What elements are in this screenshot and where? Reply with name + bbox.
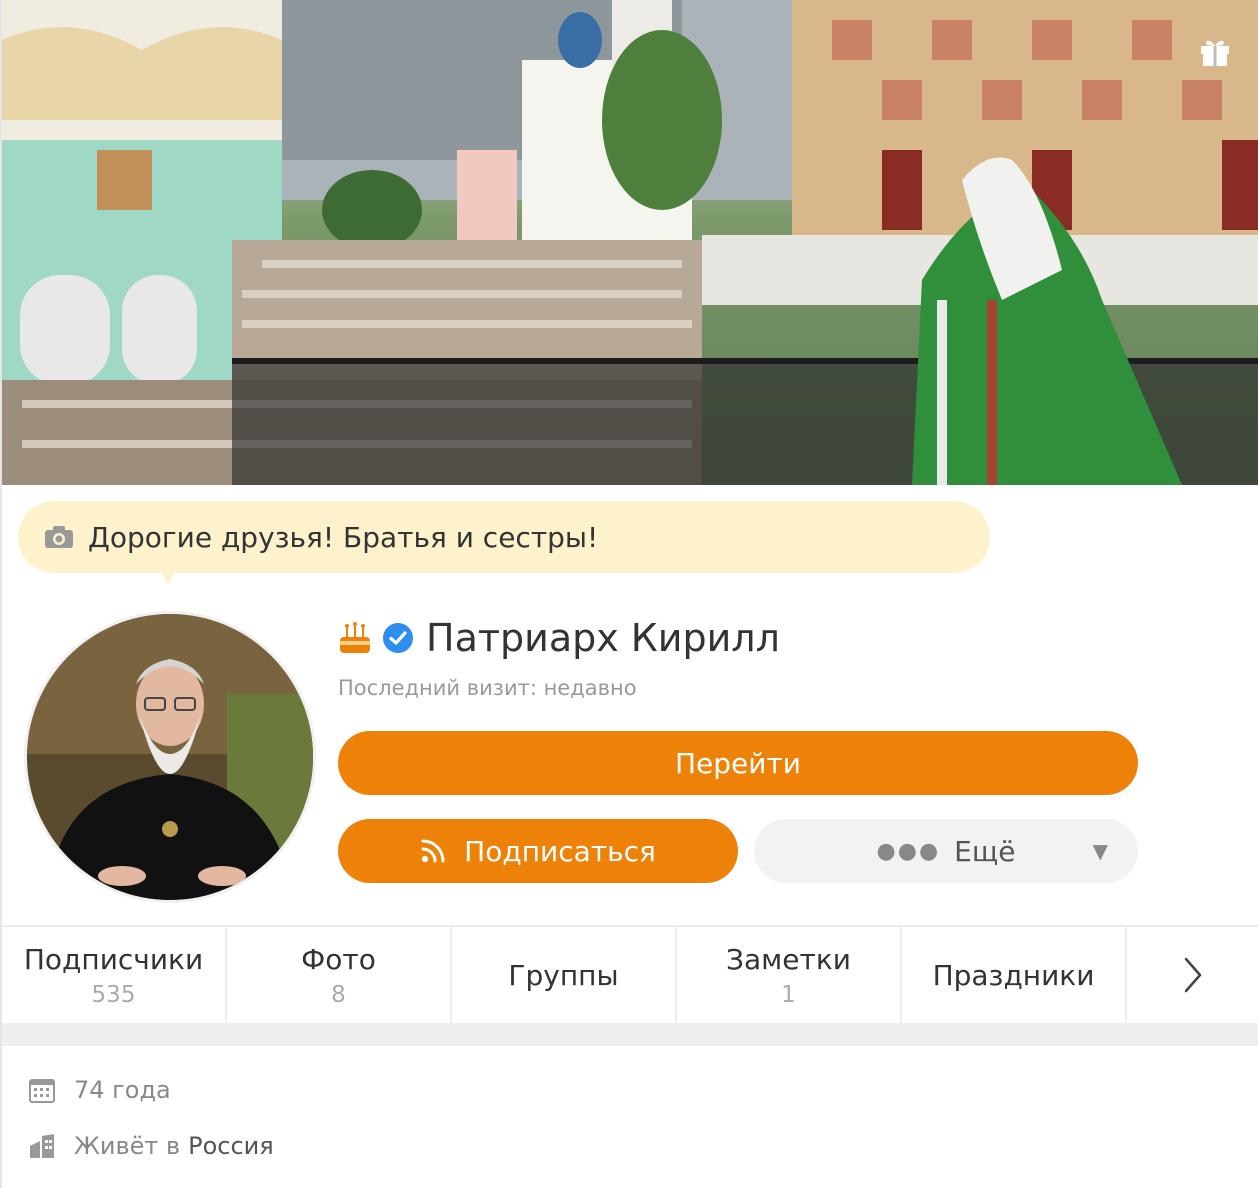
cover-photo[interactable] (2, 0, 1258, 485)
go-button[interactable]: Перейти (338, 731, 1138, 795)
gift-icon[interactable] (1198, 34, 1232, 68)
tab-groups[interactable]: Группы (452, 927, 677, 1023)
chevron-down-icon: ▼ (1092, 839, 1108, 863)
profile-tabs: Подписчики 535 Фото 8 Группы Заметки 1 П… (2, 925, 1258, 1023)
info-age: 74 года (28, 1076, 171, 1104)
go-button-label: Перейти (675, 746, 801, 780)
chevron-right-icon (1184, 957, 1201, 993)
tab-count: 8 (331, 981, 346, 1008)
cake-icon (340, 622, 370, 653)
tab-notes[interactable]: Заметки 1 (677, 927, 902, 1023)
cover-illustration (2, 0, 1258, 485)
tab-label: Заметки (726, 942, 851, 976)
tabs-next-button[interactable] (1127, 927, 1258, 1023)
tab-label: Фото (301, 942, 376, 976)
last-visit: Последний визит: недавно (338, 676, 637, 700)
subscribe-button[interactable]: Подписаться (338, 819, 738, 883)
more-button-label: Ещё (954, 834, 1016, 868)
tab-count: 1 (781, 981, 796, 1008)
tab-label: Праздники (932, 958, 1095, 992)
verified-icon (383, 623, 413, 653)
avatar[interactable] (27, 614, 313, 900)
status-text: Дорогие друзья! Братья и сестры! (88, 520, 599, 554)
rss-icon (421, 839, 445, 863)
info-location: Живёт в Россия (28, 1132, 274, 1160)
camera-icon (45, 526, 73, 548)
calendar-icon (29, 1079, 55, 1103)
profile-name-row: Патриарх Кирилл (338, 614, 780, 662)
tab-holidays[interactable]: Праздники (902, 927, 1127, 1023)
profile-name: Патриарх Кирилл (426, 616, 780, 660)
dots-icon: ●●● (876, 838, 941, 864)
building-icon (30, 1134, 54, 1158)
tab-subscribers[interactable]: Подписчики 535 (2, 927, 227, 1023)
tab-photos[interactable]: Фото 8 (227, 927, 452, 1023)
status-bubble-tail (160, 570, 176, 584)
tab-label: Подписчики (23, 942, 204, 976)
tab-label: Группы (508, 958, 619, 992)
subscribe-button-label: Подписаться (464, 834, 656, 868)
section-divider (2, 1023, 1258, 1046)
status-bubble[interactable]: Дорогие друзья! Братья и сестры! (18, 501, 990, 573)
age-text: 74 года (74, 1076, 171, 1104)
more-button[interactable]: ●●● Ещё ▼ (754, 819, 1138, 883)
country-link[interactable]: Россия (188, 1132, 274, 1160)
lives-in-prefix: Живёт в (74, 1132, 181, 1160)
tab-count: 535 (91, 981, 136, 1008)
